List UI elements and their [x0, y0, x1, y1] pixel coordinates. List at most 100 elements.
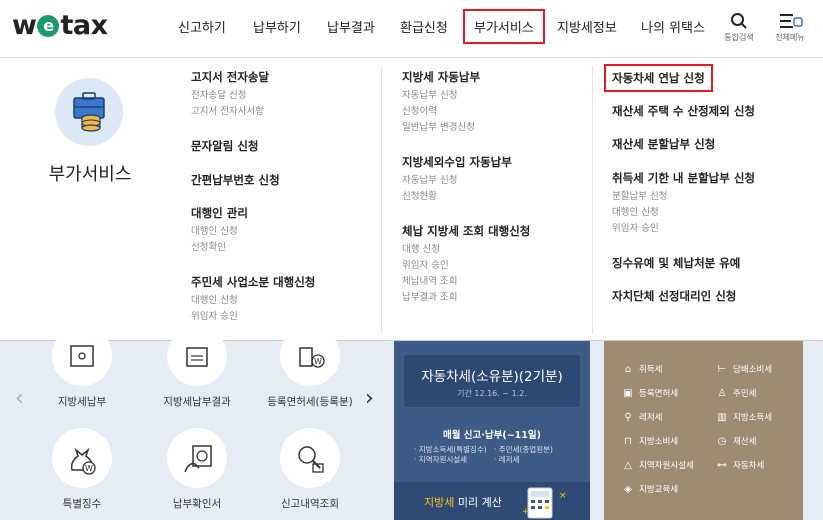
tax-link-acquisition[interactable]: ⌂ 취득세: [622, 363, 663, 375]
next-arrow-icon[interactable]: ›: [365, 386, 374, 411]
nav-pay[interactable]: 납부하기: [253, 17, 301, 36]
building-won-icon: W: [280, 326, 340, 386]
nav-additional-services[interactable]: 부가서비스: [463, 9, 545, 44]
quick-item-label: 신고내역조회: [281, 498, 339, 510]
tax-link-resident[interactable]: ♙ 주민세: [716, 387, 757, 399]
menu-group: 대행인 관리 대행인 신청 신청확인: [191, 205, 248, 258]
submenu-link[interactable]: 전자송달 신청: [191, 90, 269, 101]
quick-item-special-collection[interactable]: W 특별징수: [27, 428, 137, 511]
tax-link-registration-license[interactable]: ▣ 등록면허세: [622, 387, 678, 399]
nav-refund[interactable]: 환급신청: [400, 17, 448, 36]
clock-icon: ◷: [717, 436, 727, 447]
tax-link-local-education[interactable]: ◈ 지방교육세: [622, 483, 678, 495]
menu-link-acquisition-tax-installment[interactable]: 취득세 기한 내 분할납부 신청: [612, 170, 755, 186]
submenu-link[interactable]: 체납내역 조회: [402, 276, 530, 287]
quick-item-label: 특별징수: [62, 498, 102, 510]
column-divider: [592, 66, 593, 334]
house-icon: ⌂: [624, 364, 632, 375]
building-icon: ▥: [717, 412, 727, 423]
monthly-item: · 주민세(종업원분): [494, 445, 553, 454]
submenu-link[interactable]: 자동납부 신청: [402, 175, 512, 186]
menu-group: 자동차세 연납 신청: [604, 64, 713, 92]
quick-item-local-tax-pay[interactable]: 지방세납부: [27, 326, 137, 409]
menu-icon: [780, 14, 803, 28]
tax-link-property[interactable]: ◷ 재산세: [716, 435, 757, 447]
tax-link-leisure[interactable]: ⚲ 레저세: [622, 411, 662, 423]
submenu-link[interactable]: 일반납부 변경신청: [402, 122, 480, 133]
search-icon: [731, 13, 747, 29]
logo-text-tax: tax: [60, 10, 108, 41]
menu-link-car-tax-annual[interactable]: 자동차세 연납 신청: [604, 64, 713, 92]
nav-pay-result[interactable]: 납부결과: [327, 17, 375, 36]
prev-arrow-icon[interactable]: ‹: [15, 386, 24, 411]
tax-link-car[interactable]: ⊷ 자동차세: [716, 459, 764, 471]
dropdown-side-panel: 부가서비스: [0, 58, 170, 341]
menu-group: 간편납부번호 신청: [191, 172, 280, 188]
search-label: 통합검색: [724, 33, 754, 42]
briefcase-coins-icon: [73, 92, 105, 132]
menu-link-easy-pay-number[interactable]: 간편납부번호 신청: [191, 172, 280, 188]
bicycle-icon: ⚲: [624, 412, 632, 423]
menu-link-e-delivery[interactable]: 고지서 전자송달: [191, 69, 269, 85]
submenu-link[interactable]: 분할납부 신청: [612, 191, 755, 202]
car-tax-banner[interactable]: 자동차세(소유분)(2기분) 기간 12.16. ~ 1.2.: [404, 355, 580, 407]
tax-category-panel: ⌂ 취득세 ▣ 등록면허세 ⚲ 레저세 ⊓ 지방소비세 △ 지역자원시설세 ◈ 지방교육세 …: [604, 341, 803, 520]
tax-link-local-income[interactable]: ▥ 지방소득세: [716, 411, 772, 423]
menu-link-designated-agent[interactable]: 자치단체 선정대리인 신청: [612, 288, 736, 304]
menu-group: 자치단체 선정대리인 신청: [612, 288, 736, 304]
menu-link-non-tax-auto-pay[interactable]: 지방세외수입 자동납부: [402, 154, 512, 170]
menu-link-property-tax-installment[interactable]: 재산세 분할납부 신청: [612, 136, 715, 152]
nav-my-wetax[interactable]: 나의 위택스: [641, 17, 705, 36]
nav-local-tax-info[interactable]: 지방세정보: [557, 17, 617, 36]
nav-file-report[interactable]: 신고하기: [178, 17, 226, 36]
money-bag-icon: W: [52, 428, 112, 488]
all-menu-button[interactable]: 전체메뉴: [770, 12, 810, 43]
quick-item-registration-license-tax[interactable]: W 등록면허세(등록분): [255, 326, 365, 409]
wetax-logo[interactable]: w e tax: [12, 10, 108, 41]
document-stack-icon: [167, 326, 227, 386]
submenu-link[interactable]: 위임자 승인: [402, 260, 530, 271]
tax-link-tobacco[interactable]: ⊢ 담배소비세: [716, 363, 772, 375]
quick-item-pay-result[interactable]: 지방세납부결과: [142, 326, 252, 409]
submenu-link[interactable]: 신청확인: [191, 242, 248, 253]
menu-link-collection-deferral[interactable]: 징수유예 및 체납처분 유예: [612, 255, 740, 271]
submenu-link[interactable]: 대행인 신청: [191, 226, 248, 237]
tax-link-regional-resource[interactable]: △ 지역자원시설세: [622, 459, 694, 471]
tax-calculator-banner[interactable]: 지방세 미리 계산 × +: [394, 482, 590, 520]
submenu-link[interactable]: 고지서 전자사서함: [191, 106, 269, 117]
menu-group: 주민세 사업소분 대행신청 대행인 신청 위임자 승인: [191, 274, 315, 327]
submenu-link[interactable]: 자동납부 신청: [402, 90, 480, 101]
menu-group: 지방세 자동납부 자동납부 신청 신청이력 일반납부 변경신청: [402, 69, 480, 138]
menu-link-property-tax-housing-exclusion[interactable]: 재산세 주택 수 산정제외 신청: [612, 103, 755, 119]
submenu-link[interactable]: 신청이력: [402, 106, 480, 117]
submenu-link[interactable]: 위임자 승인: [191, 311, 315, 322]
menu-link-arrears-inquiry-agent[interactable]: 체납 지방세 조회 대행신청: [402, 223, 530, 239]
submenu-link[interactable]: 대행인 신청: [191, 295, 315, 306]
quick-item-payment-certificate[interactable]: 납부확인서: [142, 428, 252, 511]
promo-title: 자동차세(소유분)(2기분): [421, 369, 563, 385]
quick-item-report-history[interactable]: 신고내역조회: [255, 428, 365, 511]
submenu-link[interactable]: 대행 신청: [402, 244, 530, 255]
svg-text:W: W: [85, 464, 93, 473]
monthly-item: · 지역자원시설세: [414, 455, 468, 464]
integrated-search-button[interactable]: 통합검색: [719, 12, 759, 43]
briefcase-icon: ▣: [623, 388, 633, 399]
submenu-link[interactable]: 대행인 신청: [612, 207, 755, 218]
submenu-link[interactable]: 납부결과 조회: [402, 292, 530, 303]
submenu-link[interactable]: 위임자 승인: [612, 223, 755, 234]
graduation-cap-icon: ◈: [624, 484, 632, 495]
column-divider: [381, 66, 382, 334]
magnifier-lock-icon: [280, 428, 340, 488]
menu-link-agent-manage[interactable]: 대행인 관리: [191, 205, 248, 221]
menu-link-resident-tax-agent[interactable]: 주민세 사업소분 대행신청: [191, 274, 315, 290]
menu-link-auto-pay[interactable]: 지방세 자동납부: [402, 69, 480, 85]
site-header: w e tax 신고하기 납부하기 납부결과 환급신청 부가서비스 지방세정보 나의…: [0, 0, 823, 58]
submenu-link[interactable]: 신청현황: [402, 191, 512, 202]
logo-text-w: w: [12, 10, 37, 41]
menu-group: 문자알림 신청: [191, 138, 258, 154]
tax-link-local-consumption[interactable]: ⊓ 지방소비세: [622, 435, 678, 447]
svg-text:×: ×: [559, 491, 566, 501]
calculator-hand-icon: × +: [522, 487, 566, 519]
menu-group: 재산세 주택 수 산정제외 신청: [612, 103, 755, 119]
menu-link-sms-alert[interactable]: 문자알림 신청: [191, 138, 258, 154]
